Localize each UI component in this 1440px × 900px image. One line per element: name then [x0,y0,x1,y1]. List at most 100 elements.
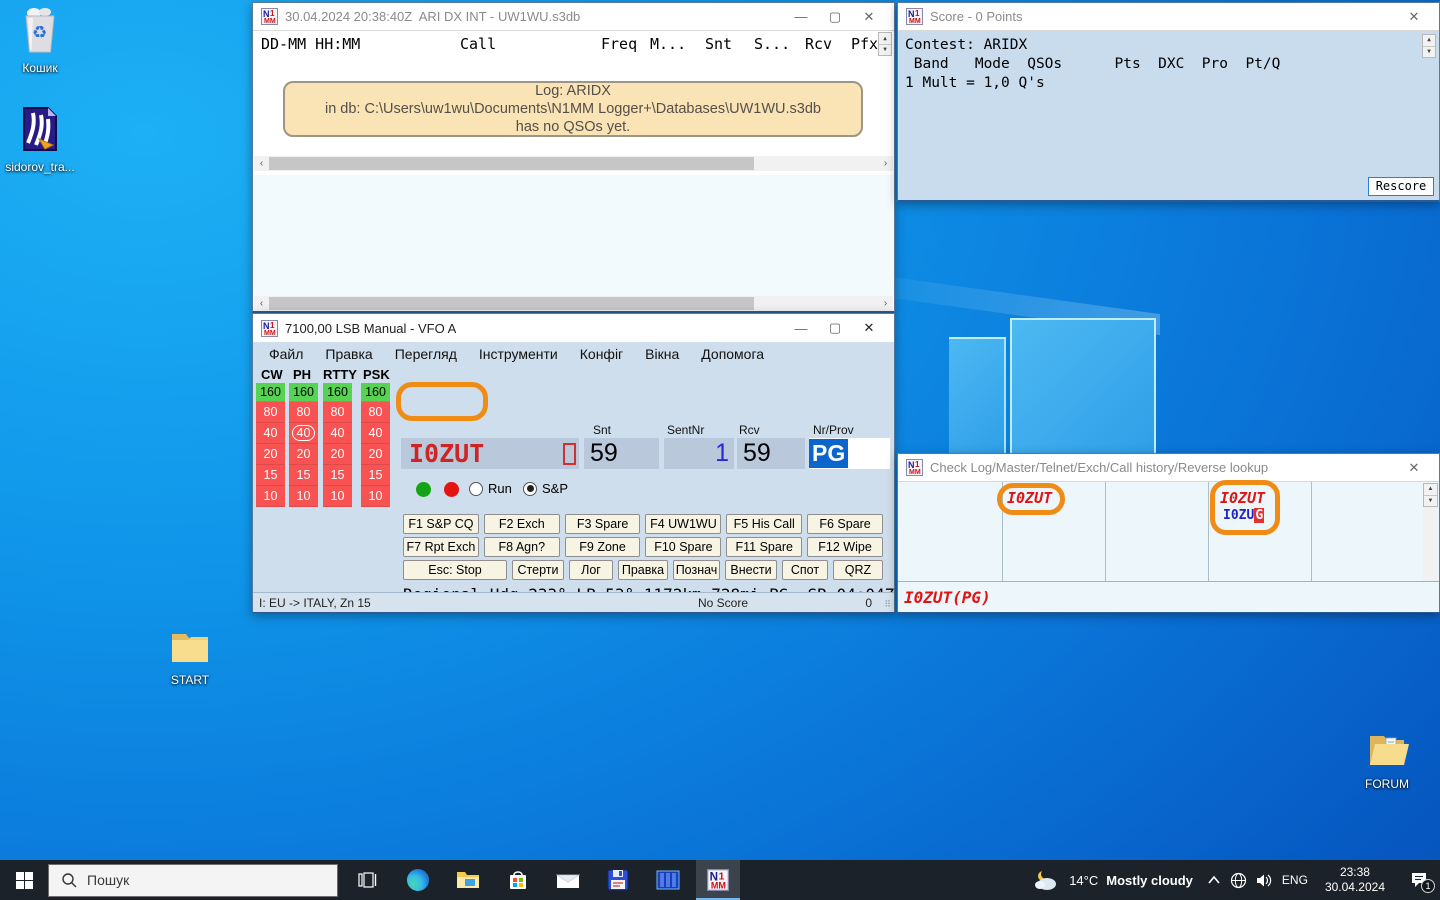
f9-button[interactable]: F9 Zone [565,537,641,557]
callsign-input[interactable]: I0ZUT [401,438,579,469]
taskbar-search-box[interactable]: Пошук [48,864,338,897]
weather-widget[interactable]: 14°C Mostly cloudy [1033,869,1193,891]
band-button-ph-20[interactable]: 20 [289,444,318,465]
desktop-icon-forum-folder[interactable]: FORUM [1352,730,1422,791]
band-button-rtty-40[interactable]: 40 [323,423,352,444]
band-button-psk-160[interactable]: 160 [361,383,390,402]
f11-button[interactable]: F11 Spare [726,537,802,557]
sentnr-input[interactable]: 1 [664,438,734,469]
scroll-left-arrow[interactable]: ‹ [254,156,269,171]
qrz-button[interactable]: QRZ [833,560,883,580]
log-button[interactable]: Лог [569,560,613,580]
band-button-cw-160[interactable]: 160 [256,383,285,402]
f12-button[interactable]: F12 Wipe [807,537,883,557]
rescore-button[interactable]: Rescore [1368,177,1434,196]
rcv-input[interactable]: 59 [737,438,805,469]
band-button-ph-160[interactable]: 160 [289,383,318,402]
col-header-call[interactable]: Call [460,35,496,53]
menu-windows[interactable]: Вікна [645,346,679,362]
scroll-left-arrow[interactable]: ‹ [254,296,269,311]
band-button-psk-15[interactable]: 15 [361,465,390,486]
score-window-titlebar[interactable]: N 1 MM Score - 0 Points ✕ [898,3,1439,31]
menu-file[interactable]: Файл [269,346,303,362]
sp-radio[interactable]: S&P [523,481,568,496]
check-scroll-spinner[interactable]: ▲▼ [1423,483,1438,507]
speaker-icon[interactable] [1256,873,1273,888]
edit-button[interactable]: Правка [618,560,668,580]
file-explorer-button[interactable] [446,860,490,900]
log-window-titlebar[interactable]: N 1 MM 30.04.2024 20:38:40Z ARI DX INT -… [253,3,894,31]
col-header-pfx[interactable]: Pfx [851,35,878,53]
entry-window-titlebar[interactable]: N 1 MM 7100,00 LSB Manual - VFO A — ▢ ✕ [253,314,894,342]
esc-stop-button[interactable]: Esc: Stop [403,560,507,580]
mark-button[interactable]: Познач [673,560,720,580]
band-button-cw-20[interactable]: 20 [256,444,285,465]
band-button-psk-20[interactable]: 20 [361,444,390,465]
desktop-icon-start-folder[interactable]: START [155,628,225,687]
maximize-button[interactable]: ▢ [818,4,852,30]
close-button[interactable]: ✕ [1397,455,1431,481]
telnet-window-button[interactable] [646,860,690,900]
store-button[interactable] [496,860,540,900]
band-button-ph-10[interactable]: 10 [289,486,318,507]
check-call-log-column[interactable]: I0ZUT [1007,489,1052,507]
close-button[interactable]: ✕ [852,4,886,30]
scroll-thumb[interactable] [269,297,754,310]
menu-view[interactable]: Перегляд [395,346,457,362]
f2-button[interactable]: F2 Exch [484,514,560,534]
band-button-ph-40-selected[interactable]: 40 [289,423,318,444]
menu-tools[interactable]: Інструменти [479,346,558,362]
wipe-button[interactable]: Стерти [512,560,564,580]
resize-grip[interactable]: ⠿ [884,599,892,610]
clock-widget[interactable]: 23:38 30.04.2024 [1325,865,1385,895]
check-suggestion[interactable]: I0ZUG [1223,508,1264,523]
menu-config[interactable]: Конфіг [580,346,623,362]
f10-button[interactable]: F10 Spare [645,537,721,557]
run-radio[interactable]: Run [469,481,512,496]
store-button[interactable]: Внести [725,560,777,580]
run-radio-circle[interactable] [469,482,483,496]
scroll-right-arrow[interactable]: › [878,156,893,171]
band-button-cw-80[interactable]: 80 [256,402,285,423]
desktop-icon-sidorov-file[interactable]: sidorov_tra... [5,105,75,174]
band-button-ph-80[interactable]: 80 [289,402,318,423]
f3-button[interactable]: F3 Spare [565,514,641,534]
scroll-thumb[interactable] [269,157,754,170]
f6-button[interactable]: F6 Spare [807,514,883,534]
scroll-right-arrow[interactable]: › [878,296,893,311]
band-button-psk-80[interactable]: 80 [361,402,390,423]
mail-button[interactable] [546,860,590,900]
f7-button[interactable]: F7 Rpt Exch [403,537,479,557]
col-header-freq[interactable]: Freq [601,35,637,53]
col-header-datetime[interactable]: DD-MM HH:MM [261,35,360,53]
minimize-button[interactable]: — [784,315,818,341]
start-button[interactable] [0,860,48,900]
band-button-cw-40[interactable]: 40 [256,423,285,444]
task-view-button[interactable] [346,860,390,900]
check-call-master-column[interactable]: I0ZUT [1220,489,1265,507]
band-button-psk-40[interactable]: 40 [361,423,390,444]
f5-button[interactable]: F5 His Call [726,514,802,534]
header-scroll-spinner[interactable]: ▲▼ [878,32,892,56]
spot-button[interactable]: Спот [782,560,828,580]
band-button-cw-10[interactable]: 10 [256,486,285,507]
score-scroll-spinner[interactable]: ▲▼ [1422,34,1436,58]
col-header-snt[interactable]: Snt [705,35,732,53]
menu-edit[interactable]: Правка [325,346,372,362]
check-vscrollbar[interactable]: ▲▼ [1423,483,1438,581]
n1mm-taskbar-button[interactable]: N 1 MM [696,860,740,900]
band-button-rtty-10[interactable]: 10 [323,486,352,507]
maximize-button[interactable]: ▢ [818,315,852,341]
band-button-psk-10[interactable]: 10 [361,486,390,507]
tray-chevron-icon[interactable] [1207,875,1221,885]
log-hscrollbar-bottom[interactable]: ‹ › [254,296,893,311]
col-header-s[interactable]: S... [754,35,790,53]
band-button-rtty-80[interactable]: 80 [323,402,352,423]
col-header-rcv[interactable]: Rcv [805,35,832,53]
logger-floppy-button[interactable] [596,860,640,900]
menu-help[interactable]: Допомога [701,346,764,362]
close-button[interactable]: ✕ [852,315,886,341]
f1-button[interactable]: F1 S&P CQ [403,514,479,534]
log-hscrollbar-top[interactable]: ‹ › [254,156,893,171]
sp-radio-circle[interactable] [523,482,537,496]
